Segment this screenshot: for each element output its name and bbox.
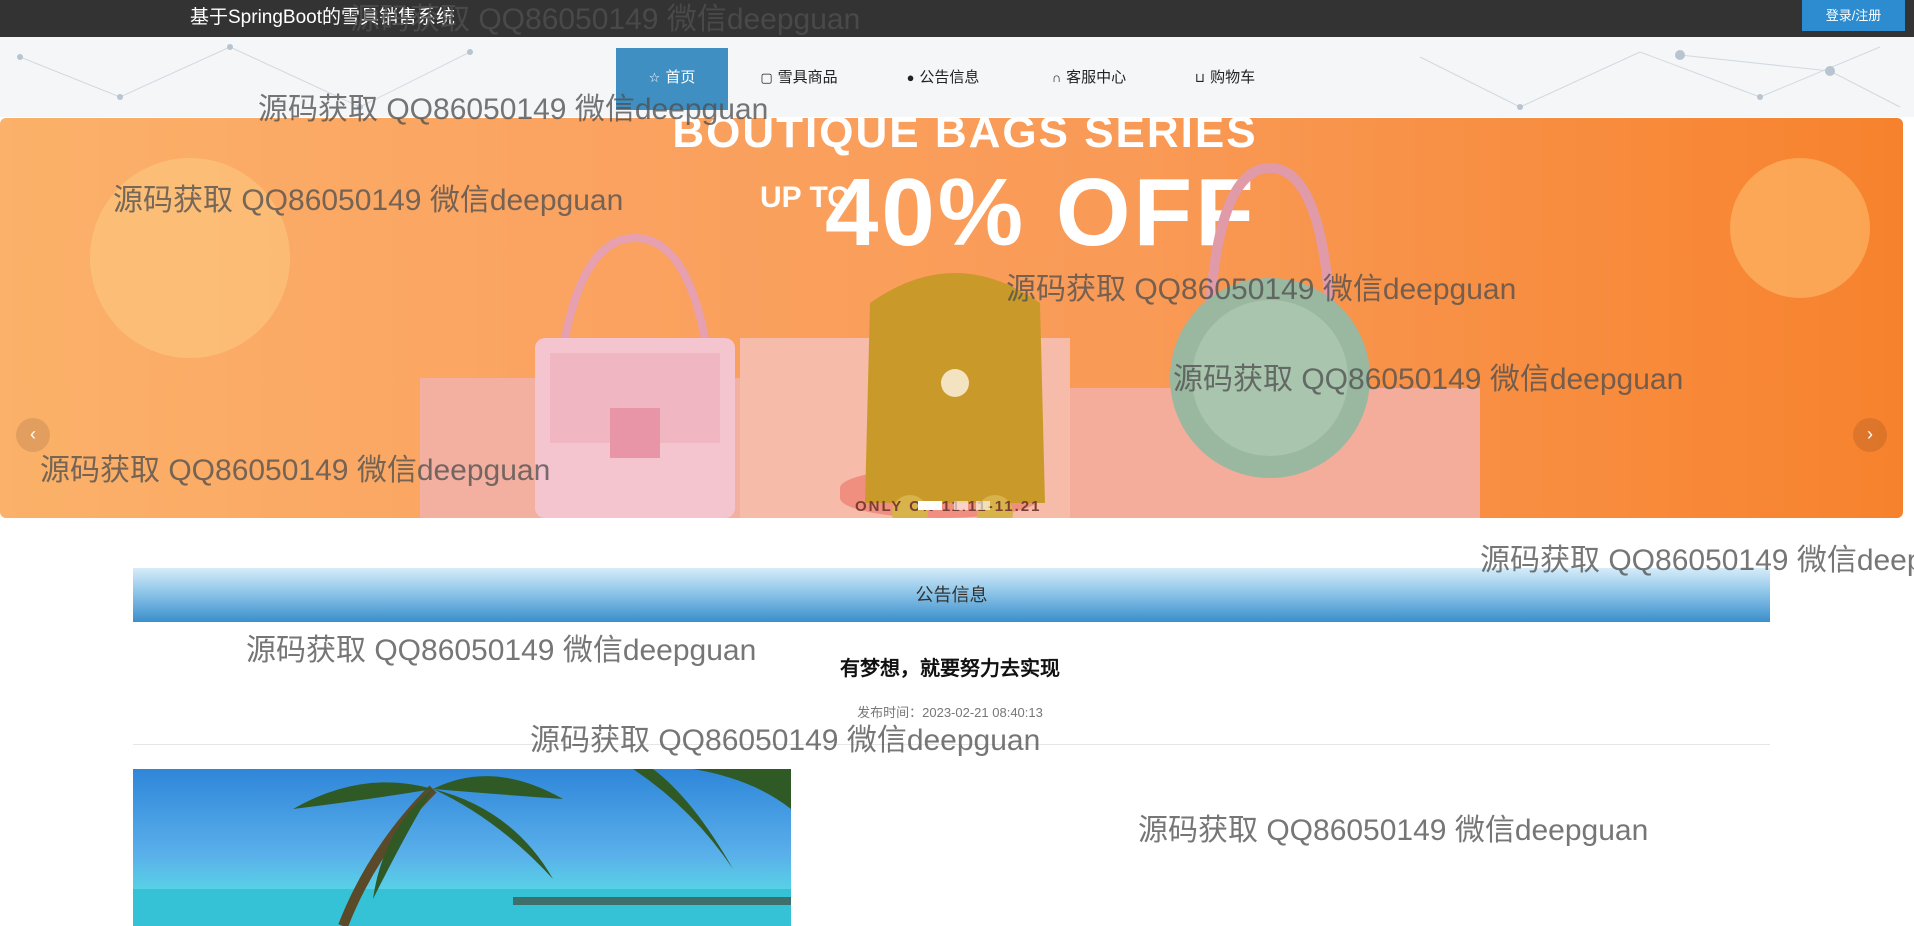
gold-bag-image [865,273,1045,518]
carousel-next-button[interactable]: › [1853,418,1887,452]
glow-shape [1730,158,1870,298]
green-bag-image [1170,162,1370,478]
banner-series-title: BOUTIQUE BAGS SERIES [672,118,1258,157]
headset-icon: ∩ [1051,70,1062,85]
nav-item-label: 公告信息 [919,69,980,86]
notice-time-value: 2023-02-21 08:40:13 [922,705,1043,720]
carousel-dot[interactable] [976,501,990,510]
star-icon: ☆ [648,70,661,85]
notice-title[interactable]: 有梦想，就要努力去实现 [700,652,1200,681]
nav-item-notices[interactable]: ● 公告信息 [892,48,994,110]
nav-item-label: 雪具商品 [777,69,838,86]
watermark-text: 源码获取 QQ86050149 微信deepguan [1138,814,1649,847]
watermark-text: 源码获取 QQ86050149 微信deepguan [530,724,1041,757]
carousel-dot[interactable] [954,501,968,510]
bag-icon: ▢ [760,70,773,85]
carousel-dot[interactable] [918,501,942,510]
section-title-bar: 公告信息 [133,568,1770,622]
notice-time: 发布时间：2023-02-21 08:40:13 [700,702,1200,721]
notice-time-label: 发布时间： [857,705,923,720]
top-bar: 基于SpringBoot的雪具销售系统 登录/注册 [0,0,1914,37]
nav-item-products[interactable]: ▢ 雪具商品 [744,48,854,110]
notice-photo[interactable] [133,769,791,926]
nav-item-service[interactable]: ∩ 客服中心 [1034,48,1144,110]
info-icon: ● [906,70,915,85]
glow-shape [90,158,290,358]
palm-tree-image [133,769,791,926]
banner-carousel[interactable]: BOUTIQUE BAGS SERIES UP TO 40% OFF ONLY … [0,118,1903,518]
login-register-button[interactable]: 登录/注册 [1802,0,1905,31]
pink-bag-image [535,233,735,518]
nav-item-label: 购物车 [1210,69,1256,86]
nav-item-cart[interactable]: ⊔ 购物车 [1180,48,1270,110]
nav-item-label: 客服中心 [1066,69,1127,86]
banner-footer-text: ONLY ON 11.11-11.21 [855,498,1042,515]
carousel-prev-button[interactable]: ‹ [16,418,50,452]
cart-icon: ⊔ [1194,70,1206,85]
watermark-text: 源码获取 QQ86050149 微信deepguan [246,634,757,667]
nav-item-home[interactable]: ☆ 首页 [616,48,728,110]
site-title: 基于SpringBoot的雪具销售系统 [190,7,456,28]
divider [133,744,1770,745]
nav-item-label: 首页 [665,69,696,86]
